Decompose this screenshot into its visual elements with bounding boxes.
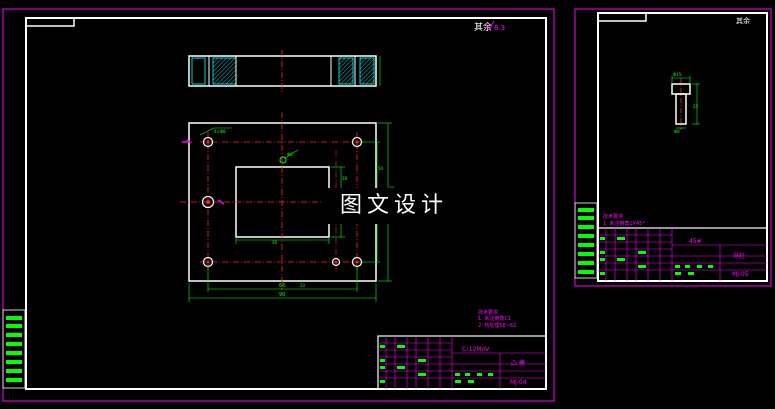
main-tech-req-title: 技术要求 xyxy=(478,309,498,316)
pillar-shank-dia: Φ8 xyxy=(674,129,680,134)
main-drawing-no: MJ-04 xyxy=(510,379,527,386)
pillar-head-dia: Φ15 xyxy=(673,72,682,77)
small-tech-req-title: 技术要求 xyxy=(603,213,623,220)
svg-text:+: + xyxy=(196,56,199,61)
main-tech-req-item-2: 2. 热处理58~62 xyxy=(478,322,516,329)
main-roughness-note: 其余 xyxy=(474,21,492,33)
small-tech-req-item: 1. 未注倒角1X45° xyxy=(603,220,645,227)
small-material: 45# xyxy=(689,238,702,245)
main-material: Cr12MoV xyxy=(462,346,490,353)
main-part-name: 凸 模 xyxy=(511,359,525,367)
pillar-length: 25 xyxy=(693,104,699,109)
dim-width: 90 xyxy=(279,292,285,298)
dim-hole-span-inner: 50 xyxy=(300,283,306,288)
small-roughness-note: 其余 xyxy=(736,16,750,25)
small-part-name: 导柱 xyxy=(733,252,745,260)
dim-hole-dia: 4×Φ8 xyxy=(214,129,226,134)
main-tech-req-item-1: 1. 未注倒角C1 xyxy=(478,315,511,322)
dim-height-inner: 50 xyxy=(378,166,384,171)
dim-pin-dia: Φ6 xyxy=(287,152,293,157)
hatch-section-right xyxy=(338,57,354,85)
watermark-text: 图文设计 xyxy=(322,188,466,224)
dim-opening-height: 28 xyxy=(342,176,348,181)
main-roughness-value: 6.3 xyxy=(494,24,505,32)
dim-opening-width: 36 xyxy=(272,240,278,245)
hatch-section-left xyxy=(212,57,237,85)
small-drawing-no: MJ-05 xyxy=(732,271,749,278)
dim-hole-span: 66 xyxy=(279,283,285,289)
